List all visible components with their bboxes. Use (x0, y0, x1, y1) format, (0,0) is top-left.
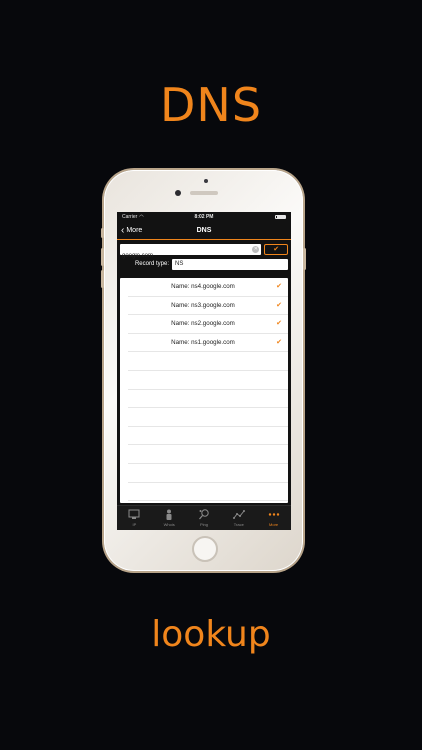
phone-volume-up (101, 248, 104, 266)
list-item[interactable]: Name: ns1.google.com ✔ (128, 334, 288, 353)
tab-label: More (269, 522, 279, 527)
lookup-form: ✕ ✔ Record type: NS (117, 240, 291, 270)
empty-row (128, 427, 288, 446)
phone-frame: Carrier◠ 8:02 PM ‹ More DNS ✕ (101, 170, 306, 571)
ping-pong-icon (199, 509, 209, 520)
app-store-screenshot: DNS Carrier ◠ 8:02 PM ‹ More DNS google.… (0, 0, 422, 750)
home-button[interactable] (192, 536, 218, 562)
tab-ping[interactable]: Ping (187, 506, 222, 530)
host-field: ✕ (120, 244, 262, 262)
headline-top: DNS (159, 78, 263, 132)
list-item[interactable]: Name: ns4.google.com ✔ (128, 278, 288, 297)
back-button-label: More (126, 227, 143, 234)
list-item[interactable]: Name: ns3.google.com ✔ (128, 297, 288, 316)
navigation-bar: ‹ More DNS (117, 222, 291, 240)
page-title: DNS (196, 227, 212, 234)
empty-row (128, 483, 288, 502)
result-text: Name: ns2.google.com (171, 320, 235, 328)
tab-label: Ping (199, 522, 208, 527)
checkmark-icon: ✔ (276, 283, 282, 290)
tab-more[interactable]: More (256, 506, 291, 530)
checkmark-icon: ✔ (276, 338, 282, 346)
host-input[interactable] (120, 250, 252, 262)
phone-side-button (101, 228, 104, 238)
tab-label: IP (132, 522, 137, 527)
phone-camera (175, 190, 181, 196)
empty-row (128, 408, 288, 427)
headline-bottom: lookup (151, 614, 271, 655)
result-text: Name: ns3.google.com (171, 301, 235, 309)
status-bar: Carrier ◠ 8:02 PM (117, 212, 291, 222)
person-icon (166, 509, 172, 520)
tab-bar: IP Whois Ping Trace More (117, 505, 291, 530)
phone-volume-down (101, 270, 104, 288)
phone-sensor (204, 179, 208, 183)
empty-row (128, 464, 288, 483)
phone-power-button (303, 248, 306, 270)
phone-screen: Carrier◠ 8:02 PM ‹ More DNS ✕ (117, 212, 291, 530)
result-text: Name: ns1.google.com (171, 338, 235, 346)
host-row: ✕ ✔ (120, 244, 288, 262)
empty-row (128, 371, 288, 390)
tab-label: Trace (233, 522, 244, 527)
back-button[interactable]: ‹ More (121, 222, 142, 239)
chevron-left-icon: ‹ (121, 225, 125, 236)
tab-whois[interactable]: Whois (152, 506, 187, 530)
empty-row (128, 352, 288, 371)
battery-icon (275, 215, 286, 219)
checkmark-icon: ✔ (276, 301, 282, 309)
results-list: Name: ns4.google.com ✔ Name: ns3.google.… (120, 278, 288, 503)
result-text: Name: ns4.google.com (171, 283, 235, 290)
phone-speaker (190, 191, 218, 195)
list-item[interactable]: Name: ns2.google.com ✔ (128, 315, 288, 334)
more-dots-icon (268, 513, 279, 516)
monitor-icon (128, 509, 140, 519)
checkmark-icon: ✔ (276, 320, 282, 328)
tab-label: Whois (163, 522, 175, 527)
trace-route-icon (232, 510, 245, 519)
lookup-button[interactable]: ✔ (264, 244, 288, 255)
record-type-label: Record type: (134, 261, 169, 267)
clear-icon[interactable]: ✕ (252, 246, 260, 253)
empty-row (128, 390, 288, 409)
tab-trace[interactable]: Trace (221, 506, 256, 530)
empty-row (128, 445, 288, 464)
checkmark-icon: ✔ (273, 246, 280, 253)
tab-ip[interactable]: IP (117, 506, 152, 530)
status-time: 8:02 PM (194, 214, 214, 220)
